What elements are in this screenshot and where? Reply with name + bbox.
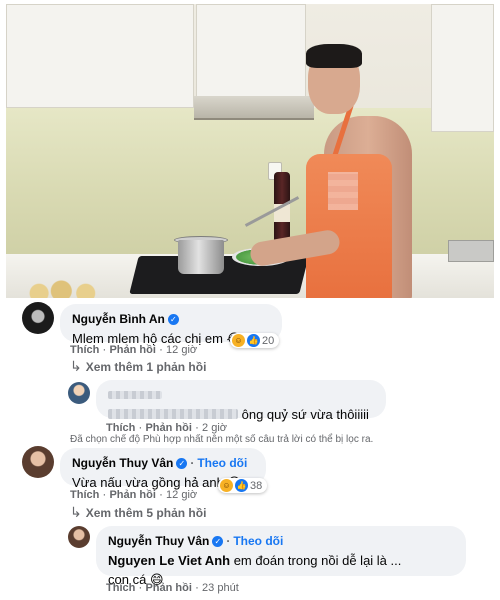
verified-badge-icon: ✓ [167,313,179,325]
comment-actions: Thích · Phản hồi · 12 giờ [70,342,198,356]
reply-button[interactable]: Phản hồi [145,582,191,594]
follow-button[interactable]: Theo dõi [197,456,247,470]
comment-time: 12 giờ [166,344,198,356]
comment-time: 12 giờ [166,489,198,501]
reply-button[interactable]: Phản hồi [145,422,191,434]
reply-arrow-icon: ↳ [70,504,82,520]
sink [448,240,494,262]
comment-actions: Thích · Phản hồi · 12 giờ [70,487,198,501]
upper-cabinet [196,4,306,100]
upper-cabinet [6,4,194,108]
view-more-replies[interactable]: ↳ Xem thêm 1 phản hồi [70,358,206,375]
comment-text: Nguyen Le Viet Anh em đoán trong nồi dễ … [108,553,402,568]
avatar[interactable] [22,302,54,334]
avatar[interactable] [22,446,54,478]
comment-author[interactable]: Nguyễn Thuy Vân ✓ · Theo dõi [108,534,283,548]
comment-author[interactable]: Nguyễn Thuy Vân ✓ · Theo dõi [72,456,247,470]
like-button[interactable]: Thích [106,422,135,434]
haha-icon: ☺ [232,334,245,347]
comment-actions: Thích · Phản hồi · 23 phút [106,580,239,594]
range-hood [194,96,314,120]
filter-notice: Đã chọn chế độ Phù hợp nhất nên một số c… [70,434,374,445]
verified-badge-icon: ✓ [176,457,188,469]
avatar[interactable] [68,382,90,404]
follow-button[interactable]: Theo dõi [233,534,283,548]
upper-cabinet [431,4,494,132]
reply-button[interactable]: Phản hồi [109,344,155,356]
comment-bubble: ông quỷ sứ vừa thôiiiii [96,380,386,422]
comment-actions: Thích · Phản hồi · 2 giờ [106,420,227,434]
kitchen-wall [6,108,494,258]
reaction-summary[interactable]: ☺ 👍 38 [218,478,268,493]
comment-author[interactable]: Nguyễn Bình An ✓ [72,312,179,326]
comment-bubble: Nguyễn Thuy Vân ✓ · Theo dõi Nguyen Le V… [96,526,466,587]
pixelated-blur [328,172,358,210]
comment-author-masked[interactable] [108,391,162,399]
reaction-count: 20 [262,334,275,347]
cooking-pot [178,240,224,274]
like-icon: 👍 [247,334,260,347]
reaction-count: 38 [250,479,263,492]
masked-text [108,409,238,419]
reply-button[interactable]: Phản hồi [109,489,155,501]
like-button[interactable]: Thích [70,489,99,501]
haha-icon: ☺ [220,479,233,492]
view-more-replies[interactable]: ↳ Xem thêm 5 phản hồi [70,504,206,521]
person-hair [306,44,362,68]
comment-time: 23 phút [202,582,239,594]
like-icon: 👍 [235,479,248,492]
reply-arrow-icon: ↳ [70,358,82,374]
kitchen-photo [6,4,494,298]
masked-name [108,391,162,399]
comment-time: 2 giờ [202,422,227,434]
reaction-summary[interactable]: ☺ 👍 20 [230,333,280,348]
like-button[interactable]: Thích [106,582,135,594]
bread-rolls [28,280,102,298]
like-button[interactable]: Thích [70,344,99,356]
avatar[interactable] [68,526,90,548]
verified-badge-icon: ✓ [212,535,224,547]
mention-link[interactable]: Nguyen Le Viet Anh [108,553,230,568]
comment-section: Nguyễn Bình An ✓ Mlem mlem hộ các chị em… [6,300,494,600]
